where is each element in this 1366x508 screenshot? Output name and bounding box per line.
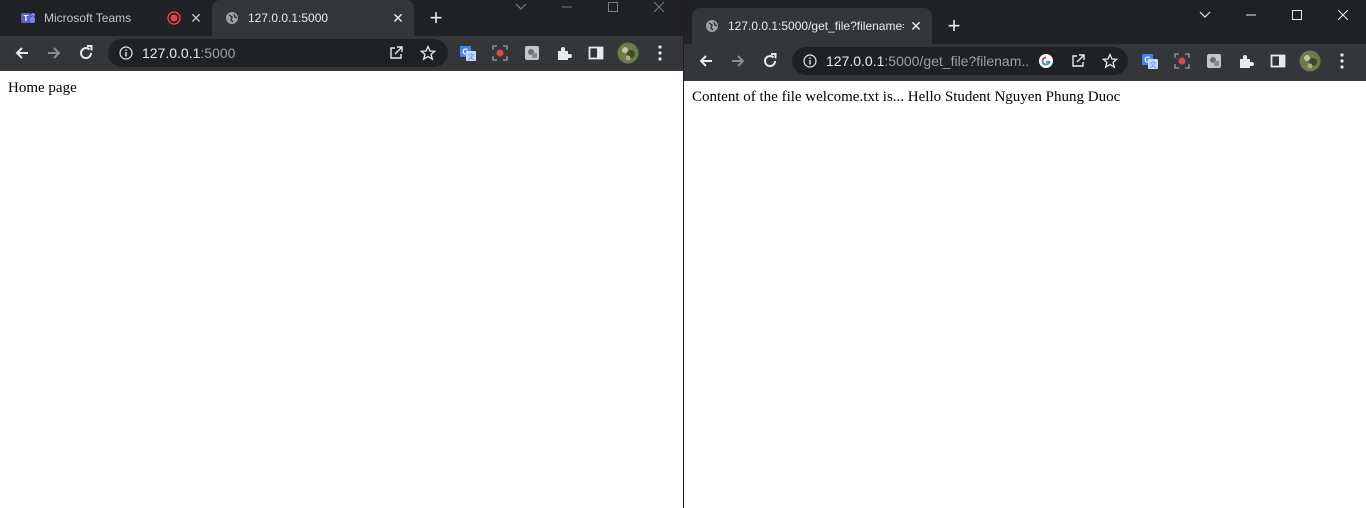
bookmark-star-icon[interactable] xyxy=(418,43,438,63)
close-window-icon[interactable] xyxy=(1320,0,1366,30)
minimize-icon[interactable] xyxy=(1228,0,1274,30)
tab-title: 127.0.0.1:5000/get_file?filename= xyxy=(728,19,904,33)
menu-kebab-icon[interactable] xyxy=(646,39,674,67)
page-content: Content of the file welcome.txt is... He… xyxy=(684,81,1366,508)
browser-window-right: 127.0.0.1:5000/get_file?filename= ✕ + 12… xyxy=(684,0,1366,508)
share-icon[interactable] xyxy=(1068,51,1088,71)
tab-strip: 127.0.0.1:5000/get_file?filename= ✕ + xyxy=(684,0,1366,44)
globe-icon xyxy=(224,10,240,26)
reload-icon[interactable] xyxy=(72,39,100,67)
forward-icon[interactable] xyxy=(724,47,752,75)
puzzle-extension-icon[interactable] xyxy=(1200,47,1228,75)
maximize-icon[interactable] xyxy=(1274,0,1320,30)
translate-extension-icon[interactable]: G文 xyxy=(1136,47,1164,75)
svg-text:文: 文 xyxy=(1150,60,1157,69)
new-tab-button[interactable]: + xyxy=(424,5,448,30)
teams-icon: T xyxy=(20,10,36,26)
screen-record-extension-icon[interactable] xyxy=(1168,47,1196,75)
url-host: 127.0.0.1 xyxy=(142,45,201,61)
tab-search-icon[interactable] xyxy=(1182,0,1228,30)
google-lens-icon[interactable] xyxy=(1036,51,1056,71)
tab-search-icon[interactable] xyxy=(498,0,544,14)
url-rest: :5000 xyxy=(200,45,236,61)
browser-toolbar: 127.0.0.1:5000 G文 xyxy=(0,36,683,71)
window-controls xyxy=(1182,0,1366,30)
share-icon[interactable] xyxy=(386,43,406,63)
url-rest: :5000/get_file?filenam... xyxy=(884,53,1028,69)
bookmark-star-icon[interactable] xyxy=(1100,51,1120,71)
url-host: 127.0.0.1 xyxy=(826,53,885,69)
globe-icon xyxy=(704,18,720,34)
puzzle-extension-icon[interactable] xyxy=(518,39,546,67)
minimize-icon[interactable] xyxy=(544,0,590,14)
browser-toolbar: 127.0.0.1:5000/get_file?filenam... G文 xyxy=(684,44,1366,81)
maximize-icon[interactable] xyxy=(590,0,636,14)
close-window-icon[interactable] xyxy=(636,0,682,14)
tab-localhost[interactable]: 127.0.0.1:5000 ✕ xyxy=(212,0,414,36)
info-icon[interactable] xyxy=(802,53,818,69)
side-panel-icon[interactable] xyxy=(1264,47,1292,75)
window-controls xyxy=(498,0,682,14)
tab-microsoft-teams[interactable]: T Microsoft Teams ✕ xyxy=(8,4,212,32)
address-bar[interactable]: 127.0.0.1:5000/get_file?filenam... xyxy=(792,47,1128,75)
url-text[interactable]: 127.0.0.1:5000/get_file?filenam... xyxy=(826,53,1028,69)
back-icon[interactable] xyxy=(692,47,720,75)
menu-kebab-icon[interactable] xyxy=(1328,47,1356,75)
address-bar[interactable]: 127.0.0.1:5000 xyxy=(108,39,448,67)
page-content: Home page xyxy=(0,71,683,508)
close-icon[interactable]: ✕ xyxy=(188,10,204,26)
reload-icon[interactable] xyxy=(756,47,784,75)
info-icon[interactable] xyxy=(118,45,134,61)
url-text[interactable]: 127.0.0.1:5000 xyxy=(142,45,372,61)
browser-window-left: T Microsoft Teams ✕ 127.0.0.1:5000 ✕ + 1… xyxy=(0,0,683,508)
tab-strip: T Microsoft Teams ✕ 127.0.0.1:5000 ✕ + xyxy=(0,0,683,36)
extensions-puzzle-icon[interactable] xyxy=(1232,47,1260,75)
close-icon[interactable]: ✕ xyxy=(390,10,406,26)
new-tab-button[interactable]: + xyxy=(942,13,966,38)
forward-icon[interactable] xyxy=(40,39,68,67)
profile-avatar[interactable] xyxy=(614,39,642,67)
tab-title: 127.0.0.1:5000 xyxy=(248,11,329,25)
close-icon[interactable]: ✕ xyxy=(908,18,924,34)
screen-record-extension-icon[interactable] xyxy=(486,39,514,67)
tab-title: Microsoft Teams xyxy=(44,11,132,25)
svg-text:T: T xyxy=(24,14,29,23)
page-text: Home page xyxy=(8,80,77,96)
recording-dot-icon xyxy=(166,10,182,26)
back-icon[interactable] xyxy=(8,39,36,67)
extensions-puzzle-icon[interactable] xyxy=(550,39,578,67)
page-text: Content of the file welcome.txt is... He… xyxy=(692,89,1121,105)
svg-text:文: 文 xyxy=(468,52,475,61)
side-panel-icon[interactable] xyxy=(582,39,610,67)
profile-avatar[interactable] xyxy=(1296,47,1324,75)
translate-extension-icon[interactable]: G文 xyxy=(454,39,482,67)
tab-get-file[interactable]: 127.0.0.1:5000/get_file?filename= ✕ xyxy=(692,8,932,44)
